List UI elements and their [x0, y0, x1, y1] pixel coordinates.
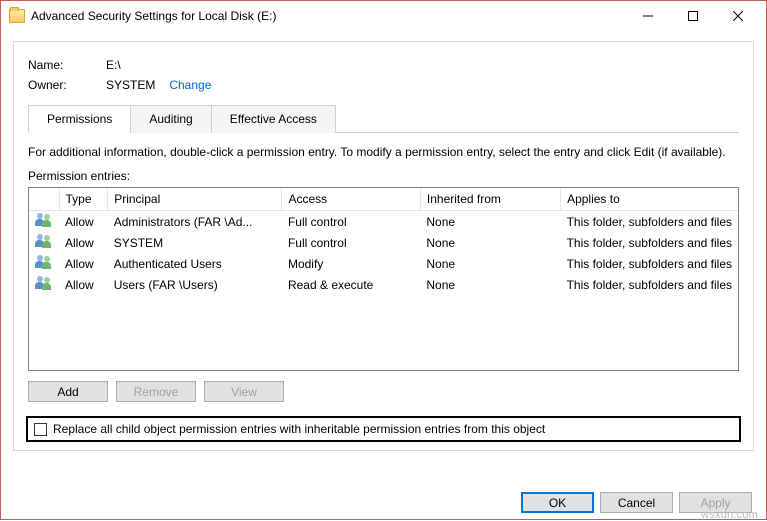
cell-principal: Users (FAR \Users) — [108, 274, 282, 295]
owner-label: Owner: — [28, 78, 106, 92]
view-button[interactable]: View — [204, 381, 284, 402]
users-icon — [35, 213, 53, 227]
info-text: For additional information, double-click… — [28, 145, 739, 159]
folder-icon — [9, 9, 25, 23]
table-row[interactable]: AllowUsers (FAR \Users)Read & executeNon… — [29, 274, 738, 295]
principal-icon-cell — [29, 253, 59, 274]
cell-principal: SYSTEM — [108, 232, 282, 253]
tab-permissions[interactable]: Permissions — [28, 105, 131, 133]
owner-row: Owner: SYSTEM Change — [28, 78, 739, 92]
minimize-button[interactable] — [625, 2, 670, 30]
users-icon — [35, 276, 53, 290]
principal-icon-cell — [29, 232, 59, 253]
cell-applies: This folder, subfolders and files — [561, 253, 738, 274]
permission-table: Type Principal Access Inherited from App… — [28, 187, 739, 371]
col-applies[interactable]: Applies to — [561, 188, 738, 211]
users-icon — [35, 234, 53, 248]
col-access[interactable]: Access — [282, 188, 420, 211]
cell-access: Full control — [282, 232, 420, 253]
cell-inherited: None — [420, 274, 560, 295]
col-principal[interactable]: Principal — [108, 188, 282, 211]
cell-principal: Administrators (FAR \Ad... — [108, 211, 282, 233]
name-row: Name: E:\ — [28, 58, 739, 72]
cancel-button[interactable]: Cancel — [600, 492, 673, 513]
maximize-button[interactable] — [670, 2, 715, 30]
watermark: wsxdn.com — [701, 509, 758, 521]
close-button[interactable] — [715, 2, 760, 30]
name-label: Name: — [28, 58, 106, 72]
cell-applies: This folder, subfolders and files — [561, 211, 738, 233]
cell-principal: Authenticated Users — [108, 253, 282, 274]
cell-type: Allow — [59, 253, 108, 274]
cell-access: Full control — [282, 211, 420, 233]
change-owner-link[interactable]: Change — [169, 78, 211, 92]
cell-inherited: None — [420, 232, 560, 253]
cell-type: Allow — [59, 232, 108, 253]
content: Name: E:\ Owner: SYSTEM Change Permissio… — [1, 31, 766, 451]
remove-button[interactable]: Remove — [116, 381, 196, 402]
col-icon[interactable] — [29, 188, 59, 211]
replace-label: Replace all child object permission entr… — [53, 422, 545, 436]
table-row[interactable]: AllowAuthenticated UsersModifyNoneThis f… — [29, 253, 738, 274]
cell-applies: This folder, subfolders and files — [561, 274, 738, 295]
replace-checkbox[interactable] — [34, 423, 47, 436]
cell-inherited: None — [420, 253, 560, 274]
cell-access: Read & execute — [282, 274, 420, 295]
main-panel: Name: E:\ Owner: SYSTEM Change Permissio… — [13, 41, 754, 451]
tabs: Permissions Auditing Effective Access — [28, 104, 739, 133]
cell-inherited: None — [420, 211, 560, 233]
entries-label: Permission entries: — [28, 169, 739, 183]
cell-applies: This folder, subfolders and files — [561, 232, 738, 253]
tab-effective-access[interactable]: Effective Access — [211, 105, 336, 133]
table-header-row: Type Principal Access Inherited from App… — [29, 188, 738, 211]
principal-icon-cell — [29, 211, 59, 233]
users-icon — [35, 255, 53, 269]
add-button[interactable]: Add — [28, 381, 108, 402]
window-buttons — [625, 2, 760, 30]
col-type[interactable]: Type — [59, 188, 108, 211]
cell-type: Allow — [59, 274, 108, 295]
tab-auditing[interactable]: Auditing — [130, 105, 211, 133]
name-value: E:\ — [106, 58, 121, 72]
titlebar: Advanced Security Settings for Local Dis… — [1, 1, 766, 31]
col-inherited[interactable]: Inherited from — [420, 188, 560, 211]
owner-value: SYSTEM — [106, 78, 155, 92]
table-row[interactable]: AllowSYSTEMFull controlNoneThis folder, … — [29, 232, 738, 253]
ok-button[interactable]: OK — [521, 492, 594, 513]
principal-icon-cell — [29, 274, 59, 295]
window-title: Advanced Security Settings for Local Dis… — [31, 9, 625, 23]
entry-buttons: Add Remove View — [28, 381, 739, 402]
cell-type: Allow — [59, 211, 108, 233]
cell-access: Modify — [282, 253, 420, 274]
table-row[interactable]: AllowAdministrators (FAR \Ad...Full cont… — [29, 211, 738, 233]
replace-inheritable-row: Replace all child object permission entr… — [26, 416, 741, 442]
